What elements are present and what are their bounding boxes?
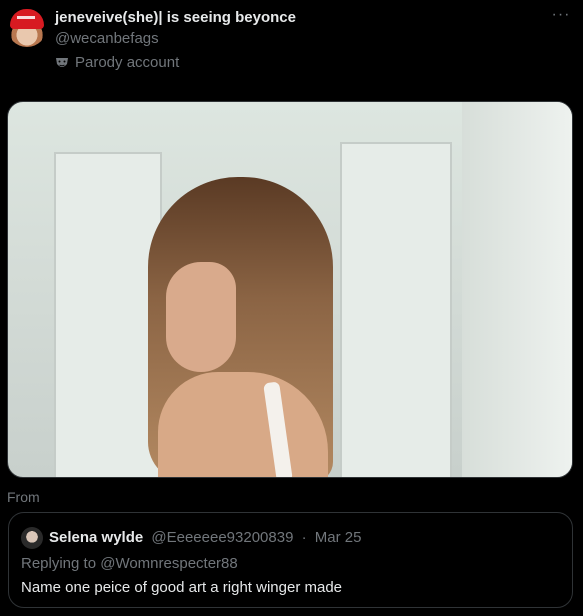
more-icon[interactable]: ··· <box>551 7 571 28</box>
avatar-hat <box>10 9 44 29</box>
subject-face <box>166 262 236 372</box>
quoted-text: Name one peice of good art a right winge… <box>21 579 343 596</box>
tweet: jeneveive(she)| is seeing beyonce @wecan… <box>0 0 583 616</box>
parody-label: Parody account <box>55 54 179 71</box>
quoted-display-name[interactable]: Selena wylde <box>49 529 143 546</box>
replying-to-handle[interactable]: @Womnrespecter88 <box>100 555 238 572</box>
quoted-separator: · <box>301 529 307 546</box>
quoted-avatar[interactable] <box>21 527 43 549</box>
author-avatar[interactable] <box>7 7 47 47</box>
background-wall <box>462 102 572 477</box>
replying-to-prefix: Replying to <box>21 555 101 572</box>
avatar-hat-text <box>17 16 35 19</box>
parody-label-text: Parody account <box>75 54 180 71</box>
video-player[interactable] <box>7 101 573 478</box>
quoted-handle[interactable]: @Eeeeeee93200839 <box>151 529 293 546</box>
author-handle[interactable]: @wecanbefags <box>55 30 159 47</box>
theater-mask-icon <box>55 56 69 70</box>
quoted-tweet[interactable]: Selena wylde @Eeeeeee93200839 · Mar 25 R… <box>8 512 573 608</box>
media-source-label: From <box>7 489 40 505</box>
quoted-date[interactable]: Mar 25 <box>315 529 362 546</box>
background-door-left <box>54 152 162 477</box>
quoted-header: Selena wylde @Eeeeeee93200839 · Mar 25 <box>49 529 361 546</box>
replying-to: Replying to @Womnrespecter88 <box>21 555 238 572</box>
background-door-right <box>340 142 452 477</box>
author-display-name[interactable]: jeneveive(she)| is seeing beyonce <box>55 9 296 26</box>
